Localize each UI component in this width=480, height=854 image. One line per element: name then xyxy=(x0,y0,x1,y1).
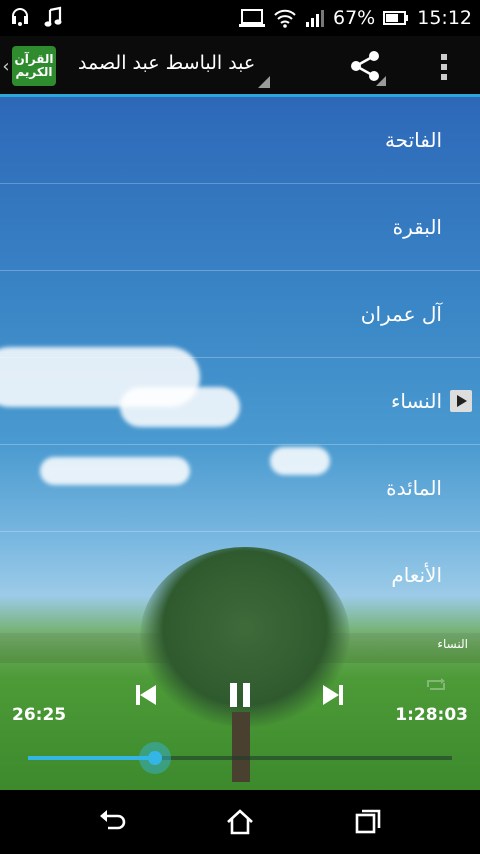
screen-cast-icon xyxy=(239,9,265,27)
battery-icon xyxy=(383,11,409,25)
repeat-icon[interactable] xyxy=(424,677,450,693)
app-home-button[interactable]: ‹ القرآن الكريم xyxy=(0,44,64,88)
overflow-menu-icon[interactable] xyxy=(430,46,458,86)
share-dropdown-indicator xyxy=(376,76,386,86)
action-bar: ‹ القرآن الكريم عبد الباسط عبد الصمد xyxy=(0,36,480,97)
back-icon[interactable] xyxy=(96,806,128,838)
player-content: الفاتحة البقرة آل عمران النساء المائدة ا… xyxy=(0,97,480,790)
list-item[interactable]: النساء xyxy=(0,358,480,445)
logo-line-2: الكريم xyxy=(15,65,53,79)
background-tree-trunk xyxy=(232,712,250,782)
total-duration: 1:28:03 xyxy=(395,705,468,725)
headset-notification-icon xyxy=(12,8,28,26)
surah-label: آل عمران xyxy=(360,302,442,326)
title-dropdown-indicator xyxy=(258,76,270,88)
navigation-bar xyxy=(0,790,480,854)
list-item[interactable]: آل عمران xyxy=(0,271,480,358)
music-note-icon xyxy=(44,6,62,27)
surah-list: الفاتحة البقرة آل عمران النساء المائدة ا… xyxy=(0,97,480,618)
pause-icon[interactable] xyxy=(222,677,258,713)
now-playing-icon xyxy=(450,390,472,412)
now-playing-title: النساء xyxy=(437,637,468,651)
seek-bar-thumb[interactable] xyxy=(139,742,172,774)
wifi-icon xyxy=(274,9,296,28)
signal-icon xyxy=(306,10,324,27)
surah-label: المائدة xyxy=(386,476,442,500)
next-icon[interactable] xyxy=(315,677,351,713)
reciter-title[interactable]: عبد الباسط عبد الصمد xyxy=(78,52,255,74)
status-bar: 67% 15:12 xyxy=(0,0,480,36)
recent-apps-icon[interactable] xyxy=(352,806,384,838)
status-time: 15:12 xyxy=(417,7,472,29)
list-item[interactable]: البقرة xyxy=(0,184,480,271)
previous-icon[interactable] xyxy=(128,677,164,713)
surah-label: البقرة xyxy=(392,215,442,239)
seek-bar-progress xyxy=(28,756,156,760)
battery-percent: 67% xyxy=(333,7,376,29)
surah-label: الأنعام xyxy=(391,563,442,587)
list-item[interactable]: المائدة xyxy=(0,445,480,532)
chevron-left-icon: ‹ xyxy=(2,55,10,77)
home-icon[interactable] xyxy=(224,806,256,838)
elapsed-time: 26:25 xyxy=(12,705,67,725)
surah-label: الفاتحة xyxy=(384,128,442,152)
app-logo: القرآن الكريم xyxy=(12,46,56,86)
surah-label: النساء xyxy=(390,389,442,413)
list-item[interactable]: الأنعام xyxy=(0,532,480,618)
list-item[interactable]: الفاتحة xyxy=(0,97,480,184)
